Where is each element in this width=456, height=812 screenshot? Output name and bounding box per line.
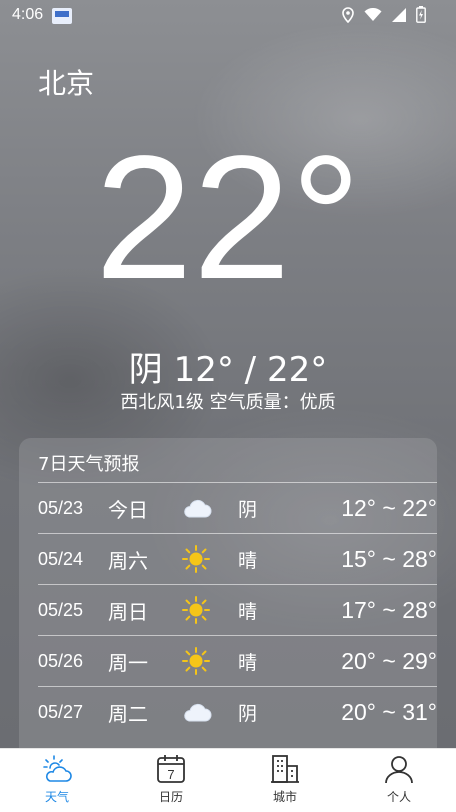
- sun-icon: [182, 545, 238, 573]
- forecast-row: 05/25 周日 晴 17° ~ 28°: [38, 584, 437, 635]
- forecast-temp-range: 15° ~ 28°: [341, 545, 437, 572]
- forecast-date: 05/27: [38, 701, 84, 722]
- sun-icon: [182, 647, 238, 675]
- building-icon: [271, 755, 299, 783]
- person-icon: [385, 756, 413, 784]
- wifi-icon: [364, 7, 382, 21]
- forecast-condition: 阴: [238, 498, 258, 521]
- forecast-day: 周二: [108, 701, 148, 726]
- nav-label-weather: 天气: [44, 790, 69, 804]
- signal-icon: [392, 7, 406, 22]
- forecast-row: 05/24 周六 晴 15° ~ 28°: [38, 533, 437, 584]
- forecast-condition: 晴: [238, 549, 258, 572]
- nav-calendar[interactable]: 7 日历: [114, 749, 228, 812]
- forecast-temp-range: 17° ~ 28°: [341, 596, 437, 623]
- bottom-nav: 天气 7 日历 城市 个人: [0, 748, 456, 812]
- forecast-date: 05/23: [38, 497, 84, 518]
- status-bar: 4:06: [0, 0, 456, 32]
- forecast-card: 7日天气预报 05/23 今日阴 12° ~ 22° 05/24 周六晴 15° ~ 28…: [19, 438, 437, 768]
- cloud-icon: [182, 496, 238, 520]
- forecast-temp-range: 12° ~ 22°: [341, 494, 437, 521]
- calendar-icon: 7: [157, 755, 185, 783]
- forecast-date: 05/25: [38, 599, 84, 620]
- nav-city[interactable]: 城市: [228, 749, 342, 812]
- forecast-day: 周一: [108, 650, 148, 675]
- weather-icon: [43, 755, 72, 782]
- city-name[interactable]: 北京: [38, 62, 94, 102]
- forecast-day: 今日: [108, 497, 148, 522]
- forecast-row: 05/27 周二 阴 20° ~ 31°: [38, 686, 437, 737]
- sun-icon: [182, 596, 238, 624]
- nav-weather[interactable]: 天气: [0, 749, 114, 812]
- notification-app-icon: [52, 8, 72, 24]
- current-condition-range: 阴 12° / 22°: [128, 350, 328, 390]
- forecast-row: 05/23 今日 阴 12° ~ 22°: [38, 482, 437, 533]
- wind-air-quality: 西北风1级 空气质量：优质: [120, 392, 336, 413]
- calendar-day-number: 7: [167, 767, 174, 782]
- forecast-day: 周日: [108, 599, 148, 624]
- cloud-icon: [182, 700, 238, 724]
- nav-label-calendar: 日历: [158, 790, 183, 804]
- status-icons: [342, 6, 426, 23]
- nav-profile[interactable]: 个人: [342, 749, 456, 812]
- forecast-date: 05/24: [38, 548, 84, 569]
- forecast-date: 05/26: [38, 650, 84, 671]
- location-icon: [342, 6, 354, 23]
- forecast-condition: 晴: [238, 600, 258, 623]
- nav-label-profile: 个人: [386, 790, 411, 804]
- forecast-title: 7日天气预报: [38, 454, 140, 475]
- forecast-row: 05/26 周一 晴 20° ~ 29°: [38, 635, 437, 686]
- forecast-temp-range: 20° ~ 29°: [341, 647, 437, 674]
- forecast-condition: 阴: [238, 702, 258, 725]
- battery-icon: [416, 6, 426, 23]
- current-temperature: 22°: [94, 120, 362, 316]
- forecast-temp-range: 20° ~ 31°: [341, 698, 437, 725]
- forecast-condition: 晴: [238, 651, 258, 674]
- status-time: 4:06: [12, 6, 44, 23]
- forecast-day: 周六: [108, 548, 148, 573]
- nav-label-city: 城市: [272, 790, 297, 804]
